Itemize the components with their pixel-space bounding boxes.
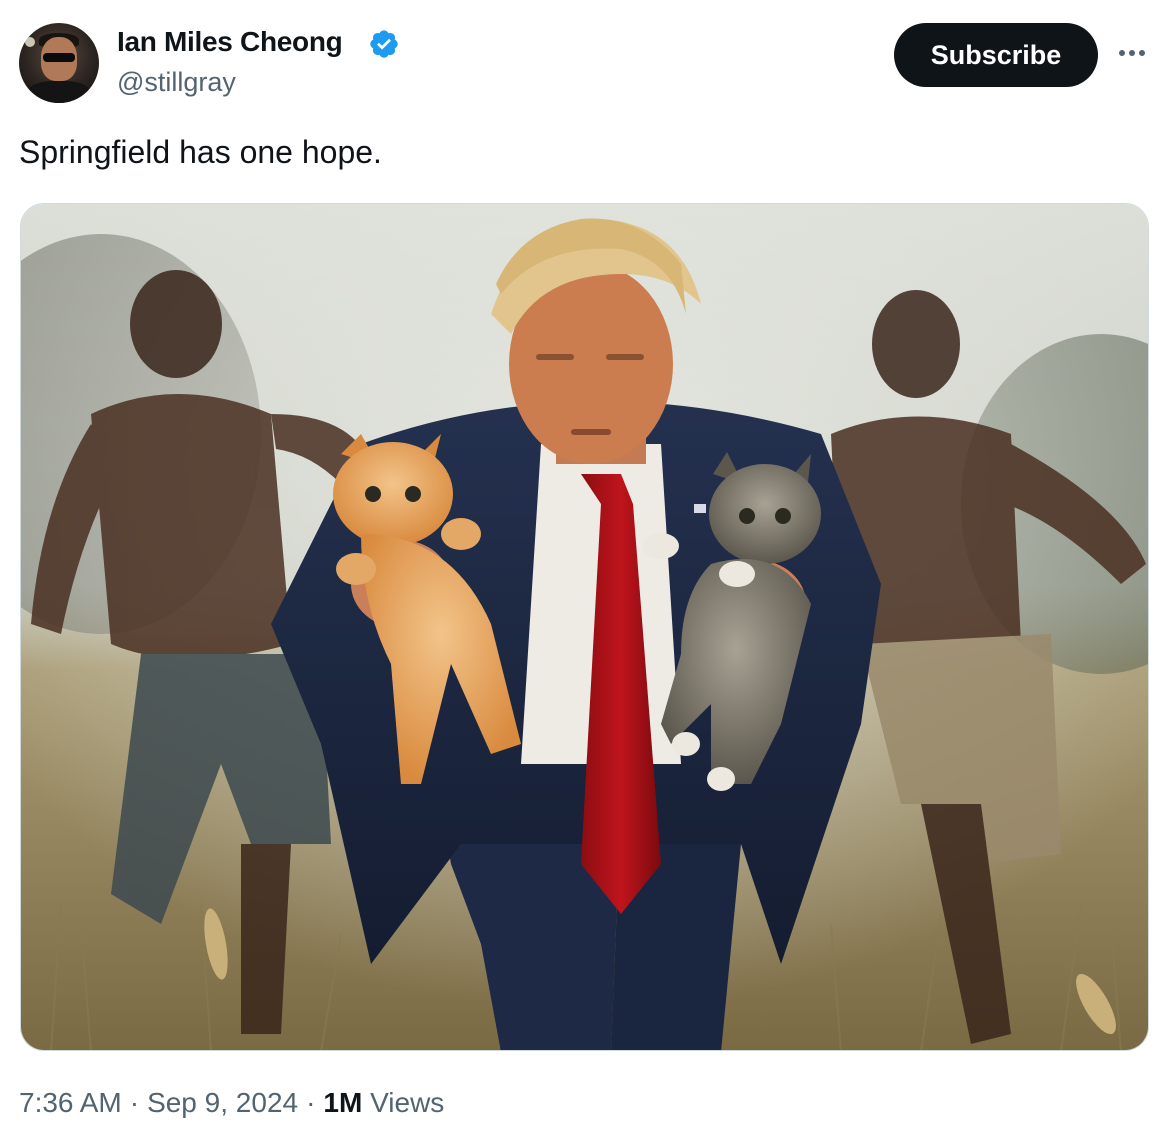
author-handle[interactable]: @stillgray (117, 67, 236, 98)
avatar-light (25, 37, 35, 47)
avatar-sunglasses (43, 53, 75, 62)
author-display-name[interactable]: Ian Miles Cheong (117, 26, 343, 58)
verified-badge-icon[interactable] (368, 28, 400, 60)
more-options-icon[interactable] (1116, 36, 1148, 70)
views-label: Views (370, 1087, 445, 1118)
media-illustration (21, 204, 1148, 1050)
tweet-media-image[interactable] (20, 203, 1149, 1051)
author-avatar[interactable] (19, 23, 99, 103)
subscribe-button[interactable]: Subscribe (894, 23, 1098, 87)
avatar-body (27, 81, 91, 103)
tweet-meta: 7:36 AM · Sep 9, 2024 · 1M Views (19, 1087, 444, 1119)
tweet-text: Springfield has one hope. (19, 134, 382, 170)
meta-separator: · (129, 1087, 140, 1118)
tweet-date[interactable]: Sep 9, 2024 (147, 1087, 298, 1118)
meta-separator: · (306, 1087, 316, 1118)
views-count: 1M (323, 1087, 363, 1118)
tweet-time[interactable]: 7:36 AM (19, 1087, 122, 1118)
